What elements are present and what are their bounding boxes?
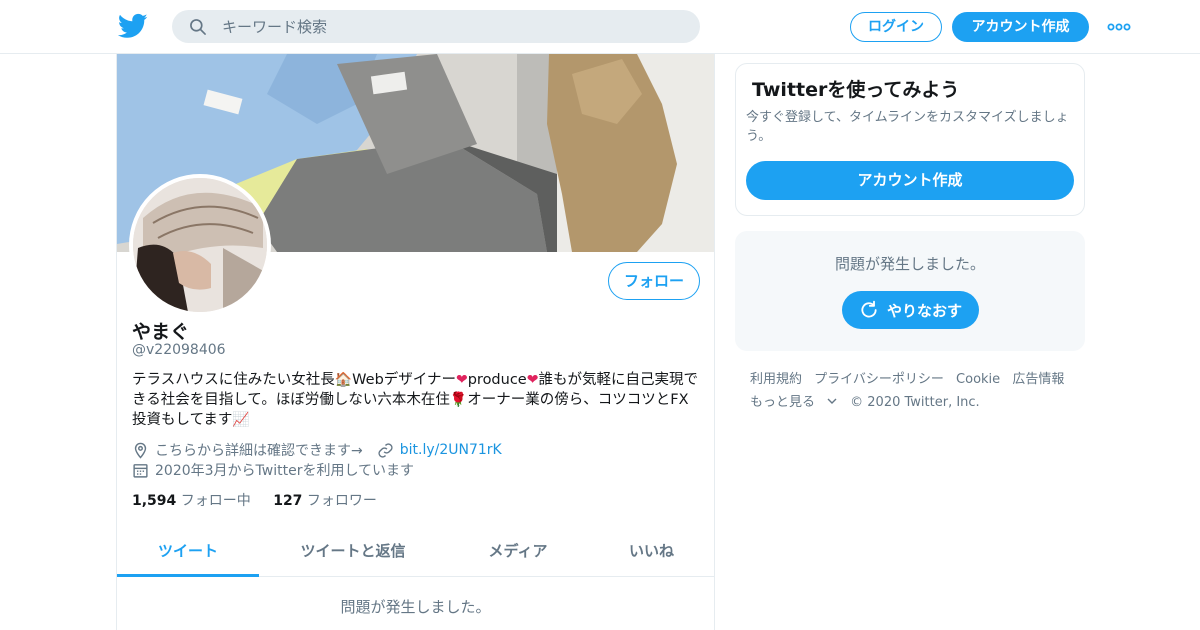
footer-more-label: もっと見る	[750, 395, 816, 410]
more-dots-icon[interactable]	[1107, 17, 1131, 37]
signup-card-title: Twitterを使ってみよう	[752, 79, 960, 101]
profile-url-link[interactable]: bit.ly/2UN71rK	[400, 442, 502, 458]
signup-card-button[interactable]: アカウント作成	[746, 161, 1074, 200]
link-icon	[378, 442, 393, 458]
followers-count: 127	[273, 493, 303, 509]
profile-handle[interactable]: @v22098406	[132, 342, 226, 358]
tab-media[interactable]: メディア	[447, 528, 589, 577]
profile-display-name[interactable]: やまぐ	[132, 317, 189, 344]
profile-avatar[interactable]	[129, 174, 271, 316]
house-emoji-icon: 🏠	[334, 372, 353, 388]
retry-button-label: やりなおす	[886, 301, 962, 320]
tab-tweets[interactable]: ツイート	[117, 528, 259, 577]
profile-follow-counts: 1,594 フォロー中 127 フォロワー	[132, 490, 377, 510]
login-button[interactable]: ログイン	[850, 12, 942, 42]
chevron-down-icon	[827, 398, 837, 404]
sidebar-error-card: 問題が発生しました。 やりなおす	[735, 231, 1085, 351]
refresh-icon	[861, 300, 877, 318]
footer-terms-link[interactable]: 利用規約	[750, 372, 802, 387]
heart-emoji-icon: ❤	[526, 372, 539, 388]
follow-button[interactable]: フォロー	[608, 262, 700, 300]
following-label: フォロー中	[180, 493, 251, 509]
signup-button[interactable]: アカウント作成	[952, 12, 1089, 42]
tab-likes[interactable]: いいね	[589, 528, 714, 577]
sidebar-footer: 利用規約 プライバシーポリシー Cookie 広告情報 もっと見る © 2020…	[750, 368, 1090, 414]
timeline-error-message: 問題が発生しました。	[340, 598, 491, 616]
twitter-bird-icon[interactable]	[118, 11, 148, 41]
search-icon	[190, 19, 206, 35]
signup-card: Twitterを使ってみよう 今すぐ登録して、タイムラインをカスタマイズしましょ…	[735, 63, 1085, 216]
calendar-icon	[133, 463, 148, 478]
search-input[interactable]	[222, 10, 682, 43]
following-link[interactable]: 1,594 フォロー中	[132, 493, 251, 509]
top-navigation-bar: ログイン アカウント作成	[0, 0, 1200, 54]
retry-button[interactable]: やりなおす	[842, 291, 979, 329]
footer-more-link[interactable]: もっと見る	[750, 395, 838, 410]
heart-emoji-icon: ❤	[455, 372, 468, 388]
bio-text: テラスハウスに住みたい女社長	[132, 372, 335, 388]
followers-link[interactable]: 127 フォロワー	[273, 493, 377, 509]
profile-bio: テラスハウスに住みたい女社長🏠Webデザイナー❤produce❤誰もが気軽に自己…	[132, 370, 702, 430]
tab-tweets-and-replies[interactable]: ツイートと返信	[259, 528, 447, 577]
chart-increasing-emoji-icon: 📈	[232, 412, 250, 428]
profile-joined-row: 2020年3月からTwitterを利用しています	[132, 460, 414, 480]
profile-location: こちらから詳細は確認できます→	[155, 443, 363, 459]
bio-text: produce	[467, 372, 527, 388]
location-pin-icon	[134, 442, 147, 459]
search-box	[172, 10, 700, 43]
signup-card-description: 今すぐ登録して、タイムラインをカスタマイズしましょう。	[746, 110, 1069, 144]
footer-cookie-link[interactable]: Cookie	[956, 372, 1000, 387]
profile-column: フォロー やまぐ @v22098406 テラスハウスに住みたい女社長🏠Webデザ…	[116, 54, 715, 630]
footer-copyright: © 2020 Twitter, Inc.	[850, 395, 980, 410]
footer-privacy-link[interactable]: プライバシーポリシー	[814, 372, 944, 387]
following-count: 1,594	[132, 493, 177, 509]
profile-tabs: ツイート ツイートと返信 メディア いいね	[117, 528, 714, 577]
profile-joined-date: 2020年3月からTwitterを利用しています	[155, 463, 415, 479]
followers-label: フォロワー	[306, 493, 377, 509]
bio-text: Webデザイナー	[352, 372, 456, 388]
rose-emoji-icon: 🌹	[449, 392, 468, 408]
sidebar-error-message: 問題が発生しました。	[834, 255, 985, 273]
footer-ads-link[interactable]: 広告情報	[1012, 372, 1064, 387]
profile-location-url-row: こちらから詳細は確認できます→ bit.ly/2UN71rK	[132, 440, 502, 460]
